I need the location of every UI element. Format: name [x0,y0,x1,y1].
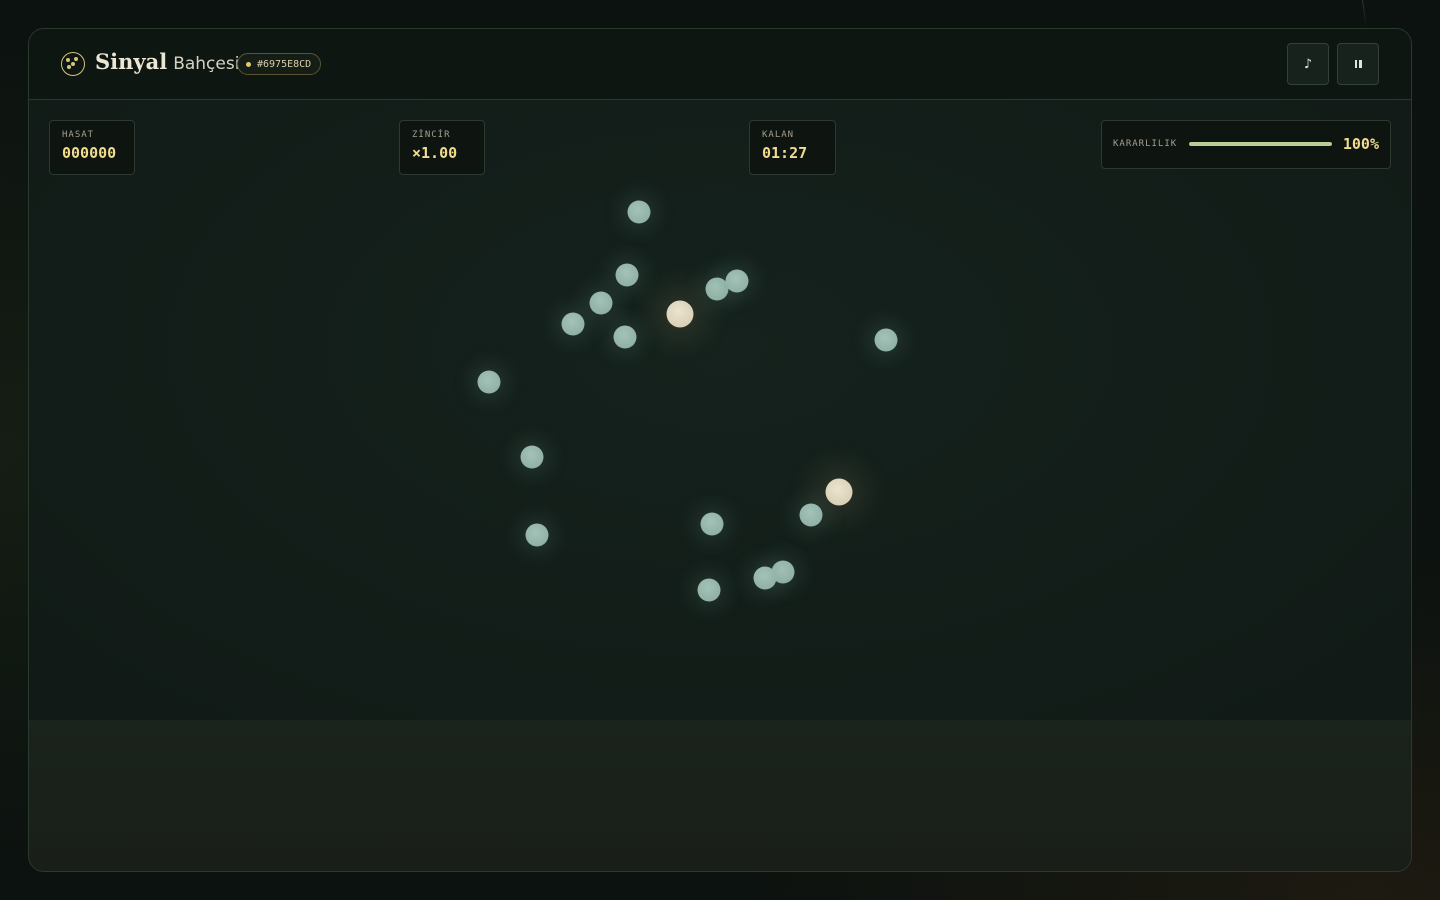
seed-orb[interactable] [615,263,639,287]
seed-orb[interactable] [627,200,651,224]
music-toggle-button[interactable]: ♪ [1287,43,1329,85]
seed-orb[interactable] [753,566,777,590]
music-note-icon: ♪ [1303,56,1313,72]
remaining-value: 01:27 [762,144,808,162]
ground-area [29,720,1411,871]
seed-badge: #6975E8CD [237,53,322,75]
seed-dot-icon [246,61,251,67]
play-field[interactable] [29,100,1411,720]
remaining-panel: KALAN 01:27 [749,120,836,175]
header-bar: Sinyal Bahçesi #6975E8CD ♪ [29,29,1411,100]
seed-code: #6975E8CD [257,58,312,70]
title-main: Sinyal [95,49,168,74]
signal-logo-icon [61,52,85,76]
chain-panel: ZİNCİR ×1.00 [399,120,485,175]
harvest-label: HASAT [62,130,95,140]
seed-orb[interactable] [613,325,637,349]
stability-bar-fill [1189,142,1332,146]
game-title: Sinyal Bahçesi [95,49,239,74]
stability-label: KARARLILIK [1113,139,1178,149]
pause-icon [1354,60,1362,68]
seed-orb[interactable] [477,370,501,394]
harvest-panel: HASAT 000000 [49,120,135,175]
pause-button[interactable] [1337,43,1379,85]
bloom-orb[interactable] [825,478,853,506]
chain-label: ZİNCİR [412,130,451,140]
title-sub: Bahçesi [173,54,240,74]
stability-value: 100% [1342,135,1379,153]
bloom-orb[interactable] [666,300,694,328]
seed-orb[interactable] [700,512,724,536]
seed-orb[interactable] [874,328,898,352]
seed-orb[interactable] [697,578,721,602]
seed-orb[interactable] [725,269,749,293]
stability-panel: KARARLILIK 100% [1101,120,1391,169]
seed-orb[interactable] [589,291,613,315]
stability-bar [1189,142,1332,146]
game-window: Sinyal Bahçesi #6975E8CD ♪ HASAT 000000 … [28,28,1412,872]
seed-orb[interactable] [561,312,585,336]
seed-orb[interactable] [799,503,823,527]
seed-orb[interactable] [520,445,544,469]
remaining-label: KALAN [762,130,795,140]
harvest-value: 000000 [62,144,117,162]
seed-orb[interactable] [525,523,549,547]
chain-value: ×1.00 [412,144,458,162]
